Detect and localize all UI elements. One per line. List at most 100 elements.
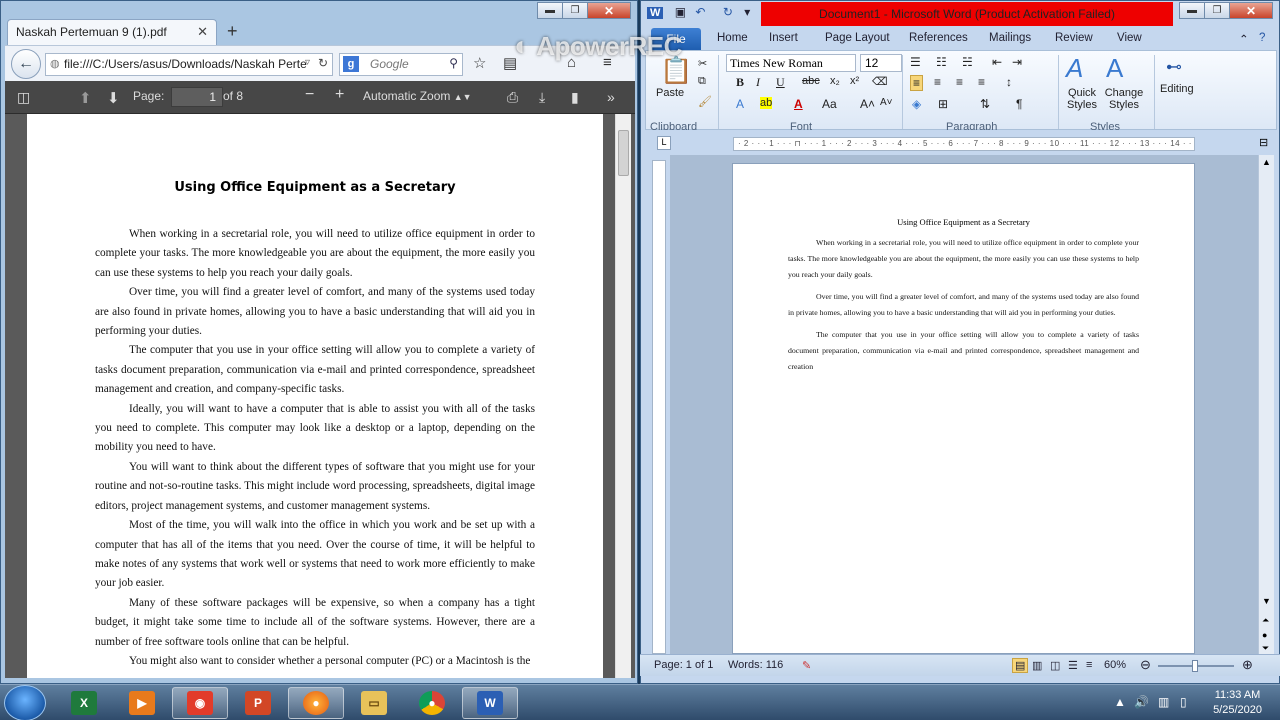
download-icon[interactable]: ⤓ xyxy=(539,89,545,106)
clock[interactable]: 11:33 AM 5/25/2020 xyxy=(1213,688,1262,718)
tools-chevron-icon[interactable]: » xyxy=(607,89,615,105)
browse-object-icon[interactable]: ● xyxy=(1262,630,1267,640)
taskbar-explorer[interactable]: ▭ xyxy=(346,687,402,719)
browser-tab[interactable]: Naskah Pertemuan 9 (1).pdf ✕ xyxy=(7,19,217,45)
decrease-indent-icon[interactable]: ⇤ xyxy=(992,55,1002,69)
battery-icon[interactable]: ▯ xyxy=(1180,695,1187,709)
next-page-icon[interactable]: ⏷ xyxy=(1262,643,1269,654)
tab-page-layout[interactable]: Page Layout xyxy=(825,32,890,44)
highlight-icon[interactable]: ab xyxy=(760,97,773,109)
copy-icon[interactable]: ⧉ xyxy=(698,75,706,88)
zoom-out-icon[interactable]: ⊖ xyxy=(1140,657,1151,673)
font-name-select[interactable]: Times New Roman xyxy=(726,54,856,72)
italic-button[interactable]: I xyxy=(756,75,760,90)
tab-insert[interactable]: Insert xyxy=(769,32,798,44)
previous-page-icon[interactable]: ⏶ xyxy=(1262,615,1269,626)
tab-view[interactable]: View xyxy=(1117,32,1142,44)
taskbar-recorder[interactable]: ◉ xyxy=(172,687,228,719)
sidebar-toggle-icon[interactable]: ◫ xyxy=(17,89,30,106)
borders-icon[interactable]: ⊞ xyxy=(938,97,948,111)
align-center-button[interactable]: ≡ xyxy=(934,75,941,89)
bold-button[interactable]: B xyxy=(736,75,744,90)
qat-customize-icon[interactable]: ▾ xyxy=(744,5,750,19)
pdf-scrollbar[interactable] xyxy=(615,114,631,678)
quick-styles-button[interactable]: Quick Styles xyxy=(1062,87,1102,111)
search-field[interactable]: g Google ⚲ xyxy=(339,53,463,76)
grow-font-icon[interactable]: A˄ xyxy=(860,97,875,111)
zoom-select[interactable]: Automatic Zoom ▲▼ xyxy=(363,89,472,103)
zoom-out-icon[interactable]: − xyxy=(305,86,314,104)
taskbar-chrome[interactable]: ● xyxy=(404,687,460,719)
help-icon[interactable]: ? xyxy=(1259,32,1265,44)
editing-button[interactable]: Editing xyxy=(1160,83,1194,95)
redo-icon[interactable]: ↻ xyxy=(723,5,733,19)
zoom-in-icon[interactable]: ⊕ xyxy=(1242,657,1253,673)
undo-icon[interactable]: ↶ xyxy=(695,5,705,19)
url-dropdown-icon[interactable]: ▿ xyxy=(305,57,310,68)
full-screen-reading-icon[interactable]: ▥ xyxy=(1032,659,1042,672)
underline-button[interactable]: U xyxy=(776,75,785,90)
zoom-in-icon[interactable]: + xyxy=(335,86,344,104)
volume-icon[interactable]: 🔊 xyxy=(1134,695,1149,709)
page-number-input[interactable]: 1 xyxy=(171,87,223,107)
word-scrollbar[interactable]: ▲ ▼ ⏶ ● ⏷ xyxy=(1258,155,1274,654)
word-count[interactable]: Words: 116 xyxy=(728,659,783,671)
tab-selector-icon[interactable]: L xyxy=(657,136,671,150)
bullets-icon[interactable]: ☰ xyxy=(910,55,921,69)
text-effects-icon[interactable]: A xyxy=(736,97,744,111)
web-layout-icon[interactable]: ◫ xyxy=(1050,659,1060,672)
shading-icon[interactable]: ◈ xyxy=(912,97,921,111)
draft-view-icon[interactable]: ≡ xyxy=(1086,659,1092,671)
bookmark-icon[interactable]: ▮ xyxy=(571,89,579,106)
justify-button[interactable]: ≡ xyxy=(978,75,985,89)
vertical-ruler[interactable] xyxy=(652,160,666,654)
ribbon-minimize-icon[interactable]: ⌃ xyxy=(1239,32,1249,46)
zoom-slider[interactable] xyxy=(1158,660,1234,672)
start-button[interactable] xyxy=(4,685,46,720)
zoom-slider-thumb[interactable] xyxy=(1192,660,1198,672)
print-layout-icon[interactable]: ▤ xyxy=(1012,658,1029,673)
font-size-select[interactable]: 12 xyxy=(860,54,902,72)
proofing-icon[interactable]: ✎ xyxy=(802,659,811,672)
previous-page-icon[interactable]: ⬆ xyxy=(79,89,92,107)
show-hidden-icons-icon[interactable]: ▲ xyxy=(1114,695,1126,709)
strikethrough-button[interactable]: abc xyxy=(802,75,820,87)
format-painter-icon[interactable]: 🖌 xyxy=(698,95,712,108)
back-arrow-icon[interactable]: ← xyxy=(11,49,41,79)
line-spacing-icon[interactable]: ↕ xyxy=(1006,75,1012,89)
clear-formatting-icon[interactable]: ⌫ xyxy=(872,75,888,88)
align-left-button[interactable]: ≡ xyxy=(910,75,924,91)
reload-icon[interactable]: ↻ xyxy=(318,56,328,70)
taskbar-word[interactable]: W xyxy=(462,687,518,719)
pdf-scrollbar-thumb[interactable] xyxy=(618,130,629,176)
save-icon[interactable]: ▣ xyxy=(675,5,686,19)
superscript-button[interactable]: x² xyxy=(850,75,859,87)
sort-icon[interactable]: ⇅ xyxy=(980,97,990,111)
taskbar-excel[interactable]: X xyxy=(56,687,112,719)
print-icon[interactable]: ⎙ xyxy=(507,89,518,106)
view-ruler-icon[interactable]: ⊟ xyxy=(1259,136,1268,149)
document-page[interactable]: Using Office Equipment as a Secretary Wh… xyxy=(732,163,1195,654)
word-minimize-button[interactable]: ▬ xyxy=(1179,2,1205,19)
page-count[interactable]: Page: 1 of 1 xyxy=(654,659,713,671)
zoom-level[interactable]: 60% xyxy=(1104,659,1126,671)
tab-mailings[interactable]: Mailings xyxy=(989,32,1031,44)
bookmark-star-icon[interactable]: ☆ xyxy=(473,54,486,72)
outline-view-icon[interactable]: ☰ xyxy=(1068,659,1078,672)
change-case-icon[interactable]: Aa xyxy=(822,97,837,111)
tab-close-icon[interactable]: ✕ xyxy=(197,24,208,40)
align-right-button[interactable]: ≡ xyxy=(956,75,963,89)
binoculars-icon[interactable]: ⊷ xyxy=(1166,57,1182,77)
numbering-icon[interactable]: ☷ xyxy=(936,55,947,69)
close-button[interactable]: ✕ xyxy=(587,2,631,19)
search-icon[interactable]: ⚲ xyxy=(449,56,458,70)
network-icon[interactable]: ▥ xyxy=(1158,695,1169,709)
url-bar[interactable]: ◍ file:///C:/Users/asus/Downloads/Naskah… xyxy=(45,53,333,76)
quick-styles-icon[interactable]: A xyxy=(1066,53,1083,84)
word-maximize-button[interactable]: ❐ xyxy=(1204,2,1230,19)
show-formatting-icon[interactable]: ¶ xyxy=(1016,97,1022,111)
horizontal-ruler[interactable]: · 2 · · · 1 · · · ⊓ · · · 1 · · · 2 · · … xyxy=(733,137,1195,151)
word-logo-icon[interactable]: W xyxy=(647,7,664,19)
taskbar-firefox[interactable]: ● xyxy=(288,687,344,719)
scroll-up-icon[interactable]: ▲ xyxy=(1262,157,1271,167)
